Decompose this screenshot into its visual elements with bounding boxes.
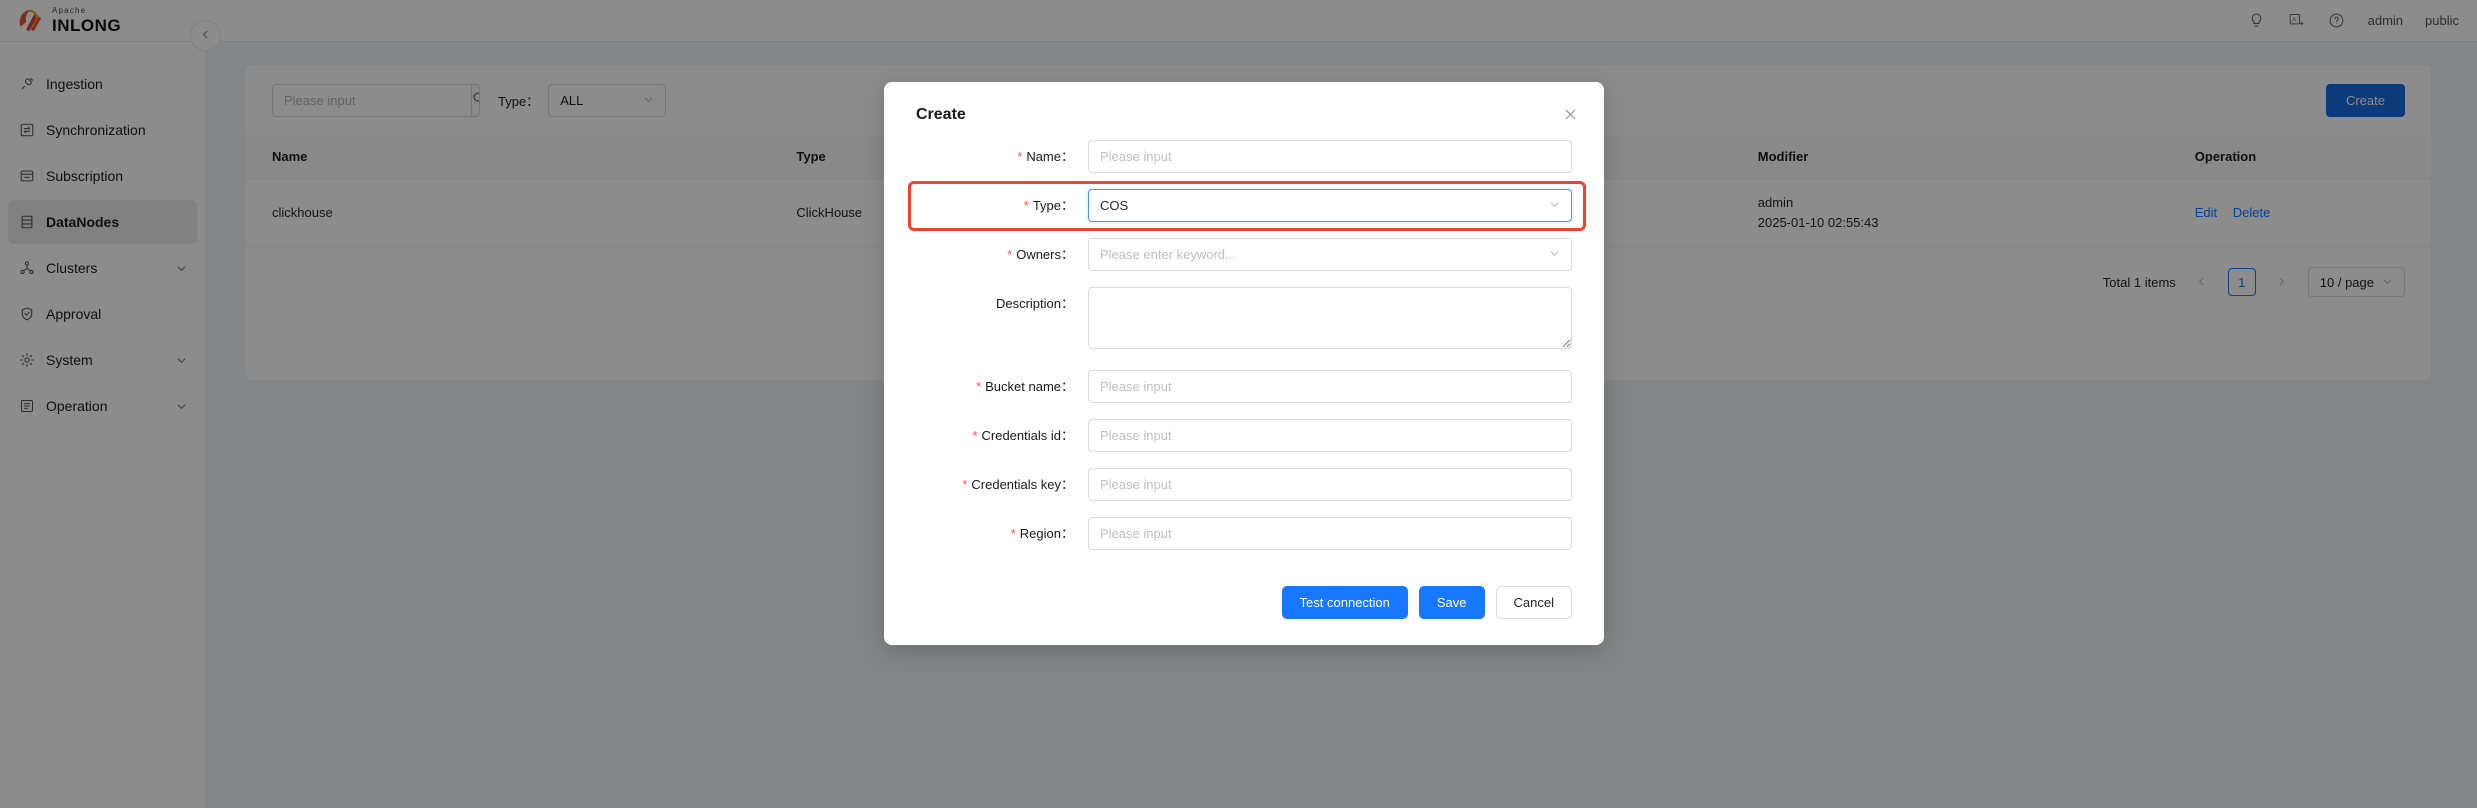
required-asterisk: *: [1007, 247, 1013, 262]
credentials-key-input[interactable]: [1088, 468, 1572, 501]
type-select-value: COS: [1100, 198, 1129, 213]
field-label-text: Owners：: [1016, 247, 1074, 262]
field-row-type: * Type： COS: [908, 181, 1586, 231]
field-label-text: Bucket name：: [985, 379, 1074, 394]
field-label-description: Description：: [995, 296, 1074, 311]
field-control-owners: Please enter keyword...: [1088, 238, 1572, 271]
field-label-text: Credentials id：: [981, 428, 1075, 443]
field-control-description: [1088, 287, 1572, 354]
field-label-type: * Type：: [916, 189, 1088, 222]
credentials-id-input[interactable]: [1088, 419, 1572, 452]
cancel-button[interactable]: Cancel: [1495, 586, 1572, 619]
required-asterisk: *: [976, 379, 982, 394]
name-input[interactable]: [1088, 140, 1572, 173]
field-label-text: Credentials key：: [971, 477, 1074, 492]
field-row-credentials-key: * Credentials key：: [916, 468, 1572, 501]
required-asterisk: *: [1023, 198, 1029, 213]
field-control-credentials-key: [1088, 468, 1572, 501]
field-label-region: * Region：: [916, 517, 1088, 550]
field-label-owners: * Owners：: [916, 238, 1088, 271]
region-input[interactable]: [1088, 517, 1572, 550]
field-control-region: [1088, 517, 1572, 550]
app-root: Apache INLONG A admin public Ingestion S…: [0, 0, 2477, 808]
field-row-name: * Name：: [916, 140, 1572, 173]
chevron-down-icon: [1549, 247, 1560, 262]
modal-body: *Name： *Type： COS: [884, 138, 1604, 574]
required-asterisk: *: [972, 428, 978, 443]
type-select[interactable]: COS: [1088, 189, 1572, 222]
required-asterisk: *: [1010, 526, 1016, 541]
field-control-credentials-id: [1088, 419, 1572, 452]
chevron-down-icon: [1549, 198, 1560, 213]
field-label-text: Region：: [1019, 526, 1074, 541]
field-label-text: Name：: [1026, 149, 1074, 164]
field-label-text: Type：: [1032, 198, 1074, 213]
field-row-owners: * Owners： Please enter keyword...: [916, 238, 1572, 271]
field-label-name: * Name：: [916, 140, 1088, 173]
field-row-bucket-name: * Bucket name：: [916, 370, 1572, 403]
owners-select[interactable]: Please enter keyword...: [1088, 238, 1572, 271]
required-asterisk: *: [962, 477, 968, 492]
field-label-bucket-name: * Bucket name：: [916, 370, 1088, 403]
modal-header: Create: [884, 82, 1604, 138]
field-control-name: [1088, 140, 1572, 173]
field-label-credentials-key: * Credentials key：: [916, 468, 1088, 501]
save-button[interactable]: Save: [1418, 586, 1485, 619]
field-control-type: COS: [1088, 189, 1572, 222]
field-row-region: * Region：: [916, 517, 1572, 550]
bucket-name-input[interactable]: [1088, 370, 1572, 403]
modal-title: Create: [916, 106, 966, 123]
create-datanode-modal: Create *Name： *Type：: [884, 82, 1604, 645]
description-textarea[interactable]: [1088, 287, 1572, 349]
field-row-description: Description：: [916, 287, 1572, 354]
field-label-credentials-id: * Credentials id：: [916, 419, 1088, 452]
required-asterisk: *: [1017, 149, 1023, 164]
field-control-bucket-name: [1088, 370, 1572, 403]
test-connection-button[interactable]: Test connection: [1281, 586, 1408, 619]
close-icon[interactable]: [1558, 102, 1582, 126]
field-row-credentials-id: * Credentials id：: [916, 419, 1572, 452]
modal-footer: Test connection Save Cancel: [884, 574, 1604, 645]
owners-placeholder: Please enter keyword...: [1100, 247, 1236, 262]
